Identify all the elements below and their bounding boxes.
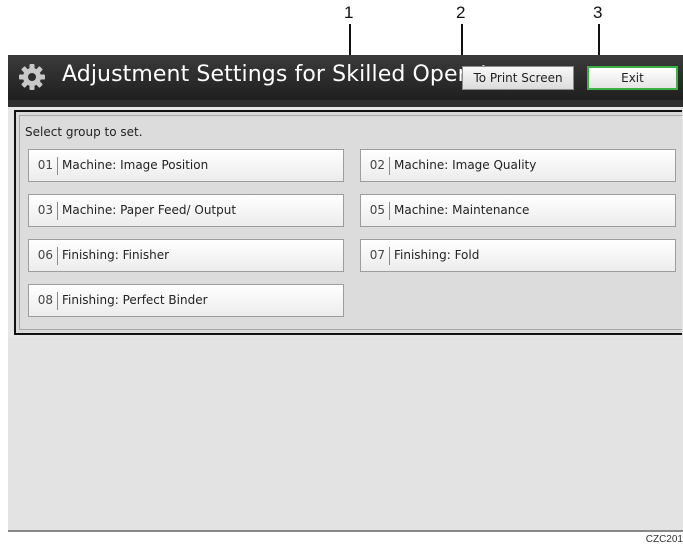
divider bbox=[57, 247, 58, 265]
group-label: Finishing: Perfect Binder bbox=[62, 293, 208, 307]
group-number: 03 bbox=[37, 203, 53, 217]
instruction-text: Select group to set. bbox=[25, 125, 143, 139]
callout-3: 3 bbox=[593, 3, 603, 22]
group-list-area: Select group to set. 01 Machine: Image P… bbox=[19, 115, 682, 330]
group-label: Machine: Paper Feed/ Output bbox=[62, 203, 237, 217]
figure-code: CZC201 bbox=[645, 534, 683, 545]
group-label: Finishing: Finisher bbox=[62, 248, 170, 262]
settings-window: Adjustment Settings for Skilled Operator… bbox=[8, 55, 683, 532]
group-label: Machine: Image Position bbox=[62, 158, 209, 172]
divider bbox=[57, 157, 58, 175]
callout-2: 2 bbox=[456, 3, 466, 22]
group-button-03[interactable]: 03 Machine: Paper Feed/ Output bbox=[28, 194, 344, 227]
divider bbox=[57, 292, 58, 310]
divider bbox=[389, 247, 390, 265]
bottom-border bbox=[8, 530, 683, 532]
group-button-07[interactable]: 07 Finishing: Fold bbox=[360, 239, 676, 272]
window-title: Adjustment Settings for Skilled Operator… bbox=[62, 62, 524, 87]
callout-1: 1 bbox=[344, 3, 354, 22]
group-number: 07 bbox=[369, 248, 385, 262]
divider bbox=[389, 157, 390, 175]
group-button-02[interactable]: 02 Machine: Image Quality bbox=[360, 149, 676, 182]
divider bbox=[389, 202, 390, 220]
gear-icon bbox=[19, 64, 45, 90]
group-button-08[interactable]: 08 Finishing: Perfect Binder bbox=[28, 284, 344, 317]
group-number: 05 bbox=[369, 203, 385, 217]
exit-button[interactable]: Exit bbox=[587, 66, 678, 90]
group-label: Finishing: Fold bbox=[394, 248, 480, 262]
group-number: 08 bbox=[37, 293, 53, 307]
print-screen-button[interactable]: To Print Screen bbox=[462, 66, 574, 90]
group-number: 01 bbox=[37, 158, 53, 172]
group-number: 06 bbox=[37, 248, 53, 262]
group-label: Machine: Maintenance bbox=[394, 203, 530, 217]
empty-content-area bbox=[8, 337, 683, 532]
group-button-05[interactable]: 05 Machine: Maintenance bbox=[360, 194, 676, 227]
group-number: 02 bbox=[369, 158, 385, 172]
group-selection-panel: Select group to set. 01 Machine: Image P… bbox=[14, 110, 682, 335]
title-divider bbox=[8, 100, 683, 107]
title-bar: Adjustment Settings for Skilled Operator… bbox=[8, 55, 683, 100]
group-button-06[interactable]: 06 Finishing: Finisher bbox=[28, 239, 344, 272]
group-button-01[interactable]: 01 Machine: Image Position bbox=[28, 149, 344, 182]
group-label: Machine: Image Quality bbox=[394, 158, 537, 172]
divider bbox=[57, 202, 58, 220]
